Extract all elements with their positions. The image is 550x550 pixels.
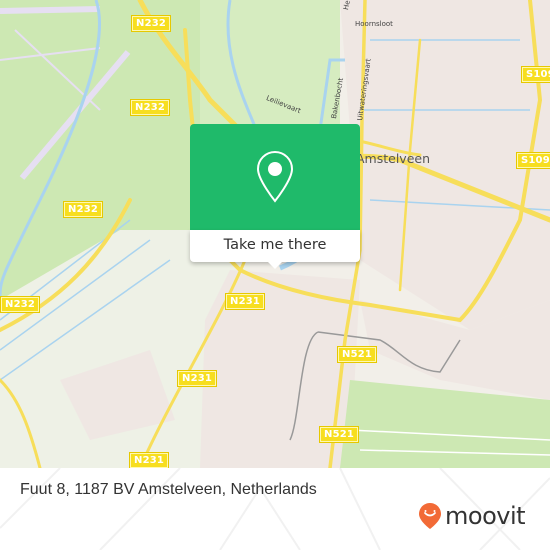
moovit-pin-icon xyxy=(419,503,441,529)
take-me-there-button[interactable]: Take me there xyxy=(190,230,360,262)
address-text: Fuut 8, 1187 BV Amstelveen, Netherlands xyxy=(20,481,317,498)
runway xyxy=(0,6,101,14)
road-shield: N231 xyxy=(178,371,217,386)
road-shield: N521 xyxy=(320,427,359,442)
location-popup xyxy=(190,124,360,230)
location-pin-icon xyxy=(256,150,294,203)
road-shield: N232 xyxy=(131,100,170,115)
street-label: Hoornsloot xyxy=(355,20,393,28)
road-shield: N232 xyxy=(64,202,103,217)
road-shield: N521 xyxy=(338,347,377,362)
road-shield: N231 xyxy=(226,294,265,309)
road-shield: S109 xyxy=(517,153,550,168)
place-label: Amstelveen xyxy=(356,151,431,166)
moovit-logo[interactable]: moovit xyxy=(418,502,526,530)
road-shield: N231 xyxy=(130,453,169,468)
popup-pointer xyxy=(267,261,283,269)
brand-name: moovit xyxy=(445,502,526,530)
road-shield: N232 xyxy=(132,16,171,31)
road-shield: N232 xyxy=(1,297,40,312)
road-shield: S109 xyxy=(522,67,550,82)
